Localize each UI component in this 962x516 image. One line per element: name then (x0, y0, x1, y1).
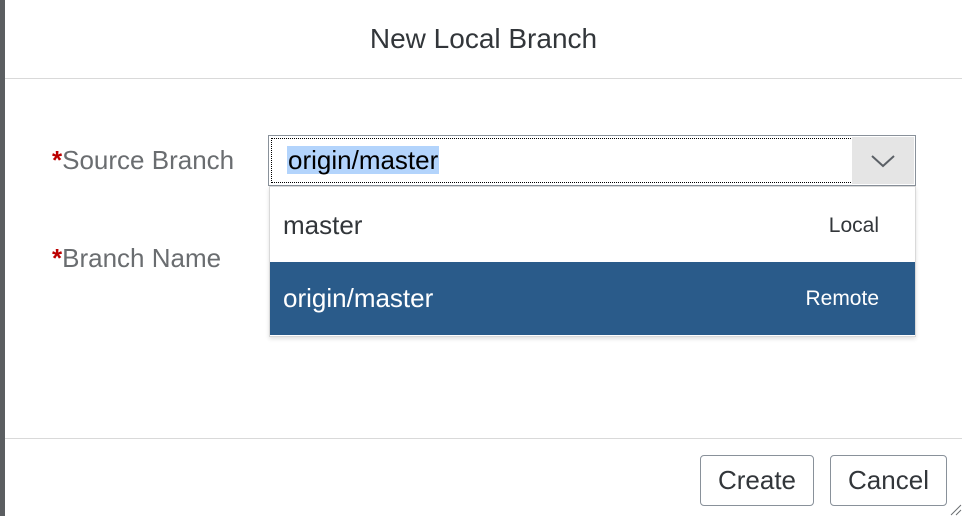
source-branch-label: *Source Branch (52, 145, 234, 176)
source-branch-input[interactable]: origin/master (287, 146, 440, 174)
branch-name-label: *Branch Name (52, 243, 221, 274)
dialog-header: New Local Branch (5, 0, 962, 79)
dialog-title: New Local Branch (369, 23, 598, 54)
branch-name-label-text: Branch Name (62, 243, 222, 273)
dialog-footer: Create Cancel (5, 438, 962, 516)
option-text: origin/master (283, 283, 434, 313)
option-info: Local (828, 213, 879, 237)
source-branch-label-text: Source Branch (62, 145, 235, 175)
dropdown-arrow-button[interactable] (852, 137, 914, 184)
cancel-button[interactable]: Cancel (830, 455, 947, 506)
resize-grip-icon[interactable] (948, 502, 962, 516)
new-local-branch-dialog: New Local Branch *Source Branch *Branch … (5, 0, 962, 516)
chevron-down-icon (871, 154, 895, 167)
list-item-master[interactable]: master Local (270, 189, 915, 262)
list-item-origin-master[interactable]: origin/master Remote (270, 262, 915, 335)
required-marker: * (52, 145, 63, 175)
option-info: Remote (805, 286, 879, 310)
required-marker: * (52, 243, 63, 273)
create-button[interactable]: Create (700, 455, 814, 506)
source-branch-dropdown-list: master Local origin/master Remote (269, 186, 916, 337)
source-branch-combobox[interactable]: origin/master (268, 135, 916, 186)
option-text: master (283, 210, 363, 240)
